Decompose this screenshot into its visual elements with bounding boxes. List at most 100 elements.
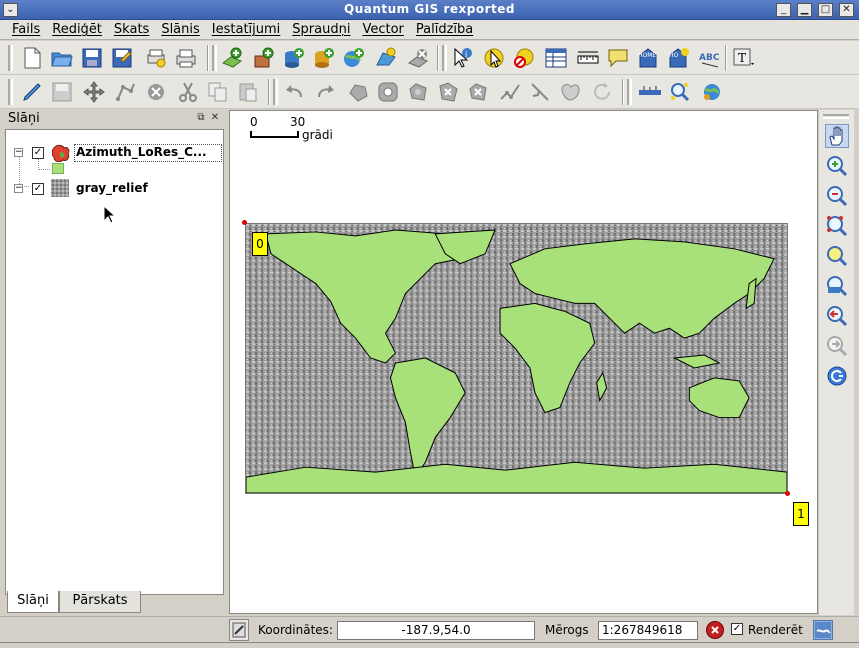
zoom-to-selection-icon[interactable] (825, 244, 849, 268)
pan-icon[interactable] (825, 124, 849, 148)
menu-help[interactable]: Palīdzība (416, 22, 473, 37)
reshape-features-icon[interactable] (498, 80, 522, 104)
new-vector-layer-icon[interactable] (374, 46, 398, 70)
save-as-icon[interactable] (110, 46, 134, 70)
scale-label: Mērogs (545, 623, 589, 637)
delete-ring-icon[interactable] (436, 80, 460, 104)
scale-bar-unit: grādi (302, 128, 333, 142)
layer-name[interactable]: gray_relief (76, 181, 148, 195)
node-tool-icon[interactable] (114, 80, 138, 104)
show-bookmarks-icon[interactable]: HO (666, 46, 690, 70)
panel-tabs: Slāņi Pārskats (5, 591, 224, 613)
render-label: Renderēt (748, 623, 803, 637)
close-panel-icon[interactable]: ✕ (209, 112, 221, 124)
label-icon[interactable]: ABC (698, 46, 722, 70)
zoom-next-icon[interactable] (825, 334, 849, 358)
refresh-icon[interactable] (825, 364, 849, 388)
delete-part-icon[interactable] (466, 80, 490, 104)
cut-features-icon[interactable] (176, 80, 200, 104)
paste-features-icon[interactable] (236, 80, 260, 104)
layer-visibility-checkbox[interactable]: ✓ (32, 183, 44, 195)
zoom-to-layer-icon[interactable] (825, 274, 849, 298)
toolbar-grip[interactable] (212, 45, 217, 71)
zoom-in-icon[interactable] (825, 154, 849, 178)
toolbar-grip[interactable] (442, 45, 447, 71)
print-composer-icon[interactable] (144, 46, 168, 70)
menu-bar: Fails Rediģēt Skats Slānis Iestatījumi S… (0, 20, 859, 40)
minimize-icon[interactable]: _ (776, 3, 791, 17)
add-ring-icon[interactable] (376, 80, 400, 104)
menu-view[interactable]: Skats (114, 22, 149, 37)
new-project-icon[interactable] (20, 46, 44, 70)
delete-selected-icon[interactable] (144, 80, 168, 104)
identify-icon[interactable]: i (450, 46, 474, 70)
collapse-icon[interactable]: − (14, 148, 23, 157)
menu-settings[interactable]: Iestatījumi (212, 22, 281, 37)
menu-edit[interactable]: Rediģēt (52, 22, 102, 37)
menu-layer[interactable]: Slānis (161, 22, 199, 37)
merge-features-icon[interactable] (558, 80, 582, 104)
tab-overview[interactable]: Pārskats (59, 591, 141, 613)
menu-plugins[interactable]: Spraudņi (292, 22, 350, 37)
rotate-point-symbols-icon[interactable] (590, 80, 614, 104)
select-features-icon[interactable] (482, 46, 506, 70)
toolbar-grip[interactable] (8, 79, 13, 105)
symbol-swatch (52, 163, 64, 174)
deselect-features-icon[interactable] (512, 46, 536, 70)
split-features-icon[interactable] (528, 80, 552, 104)
toolbar-separator (725, 45, 727, 71)
coordinate-capture-icon[interactable] (229, 619, 249, 641)
layer-row-gray-relief[interactable]: − ✓ gray_relief (6, 179, 223, 198)
zoom-last-icon[interactable] (825, 304, 849, 328)
copy-features-icon[interactable] (206, 80, 230, 104)
add-postgis-layer-icon[interactable] (282, 46, 306, 70)
menu-file[interactable]: Fails (12, 22, 40, 37)
add-part-icon[interactable] (406, 80, 430, 104)
save-edits-icon[interactable] (50, 80, 74, 104)
collapse-icon[interactable]: − (14, 184, 23, 193)
projection-status-icon[interactable] (813, 620, 833, 640)
add-raster-layer-icon[interactable] (252, 46, 276, 70)
open-project-icon[interactable] (50, 46, 74, 70)
zoom-out-icon[interactable] (825, 184, 849, 208)
map-canvas[interactable]: 0 30 grādi 0 1 (229, 110, 818, 614)
shade-icon[interactable]: ▁ (797, 3, 812, 17)
menu-vector[interactable]: Vector (362, 22, 403, 37)
toolbar-grip[interactable] (627, 79, 632, 105)
attribute-table-icon[interactable] (544, 46, 568, 70)
stop-rendering-icon[interactable] (706, 621, 724, 639)
toolbar-grip[interactable] (823, 114, 849, 119)
close-icon[interactable]: ✕ (839, 3, 854, 17)
layer-visibility-checkbox[interactable]: ✓ (32, 147, 44, 159)
coordinates-display[interactable]: -187.9,54.0 (337, 621, 535, 640)
map-tips-icon[interactable] (606, 46, 630, 70)
move-feature-icon[interactable] (82, 80, 106, 104)
float-panel-icon[interactable]: ⧉ (195, 112, 207, 124)
scale-input[interactable]: 1:267849618 (598, 621, 698, 640)
corner-label-bottom-right: 1 (793, 502, 809, 526)
add-spatialite-layer-icon[interactable] (312, 46, 336, 70)
save-project-icon[interactable] (80, 46, 104, 70)
simplify-feature-icon[interactable] (346, 80, 370, 104)
status-bar: Koordinātes: -187.9,54.0 Mērogs 1:267849… (0, 616, 859, 642)
gps-tools-icon[interactable] (638, 80, 662, 104)
zoom-full-icon[interactable] (825, 214, 849, 238)
print-icon[interactable] (174, 46, 198, 70)
render-checkbox[interactable]: ✓ (731, 623, 743, 635)
toggle-editing-icon[interactable] (20, 80, 44, 104)
maximize-icon[interactable]: □ (818, 3, 833, 17)
new-bookmark-icon[interactable]: HOME (636, 46, 660, 70)
toolbar-grip[interactable] (273, 79, 278, 105)
grass-tools-icon[interactable] (700, 80, 724, 104)
redo-icon[interactable] (314, 80, 338, 104)
undo-icon[interactable] (282, 80, 306, 104)
add-vector-layer-icon[interactable] (220, 46, 244, 70)
tab-layers[interactable]: Slāņi (7, 591, 59, 613)
add-wms-layer-icon[interactable] (342, 46, 366, 70)
remove-layer-icon[interactable] (406, 46, 430, 70)
layer-row-azimuth[interactable]: − ✓ Azimuth_LoRes_C... (6, 144, 223, 162)
measure-line-icon[interactable] (576, 46, 600, 70)
toolbar-grip[interactable] (8, 45, 13, 71)
zoom-last-icon[interactable] (668, 80, 692, 104)
annotation-text-icon[interactable]: T (732, 46, 756, 70)
